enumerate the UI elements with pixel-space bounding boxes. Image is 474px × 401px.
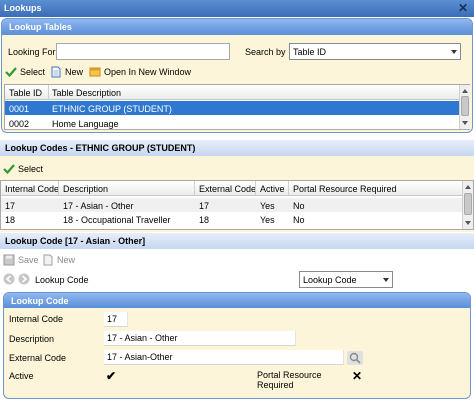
select-table-button[interactable]: Select <box>5 66 45 78</box>
select-table-label: Select <box>20 67 46 77</box>
search-icon[interactable] <box>347 351 363 367</box>
internal-code-cell: 18 <box>5 215 16 225</box>
column-header-table-id[interactable]: Table ID <box>9 88 42 98</box>
lookup-codes-title: Lookup Codes - ETHNIC GROUP (STUDENT) <box>5 143 196 153</box>
portal-resource-cell: No <box>293 215 305 225</box>
checkmark-icon <box>3 163 15 175</box>
new-code-button[interactable]: New <box>42 254 75 266</box>
table-row[interactable]: 18 18 - Occupational Traveller 18 Yes No <box>1 212 462 226</box>
lookup-tables-header: Lookup Tables <box>2 19 472 35</box>
active-cell: Yes <box>260 201 275 211</box>
description-field[interactable]: 17 - Asian - Other <box>104 331 296 346</box>
scroll-up-icon[interactable] <box>462 89 468 93</box>
portal-resource-checkbox[interactable]: ✕ <box>352 369 362 383</box>
lookup-codes-header: Lookup Codes - ETHNIC GROUP (STUDENT) <box>0 140 474 156</box>
new-table-label: New <box>65 67 84 77</box>
search-by-select[interactable]: Table ID <box>289 43 461 60</box>
active-label: Active <box>9 371 34 381</box>
open-window-icon <box>89 66 101 78</box>
description-label: Description <box>9 334 55 344</box>
lookup-code-header: Lookup Code [17 - Asian - Other] <box>0 233 474 249</box>
scroll-down-icon[interactable] <box>465 221 471 225</box>
lookup-codes-scrollbar[interactable] <box>462 181 473 229</box>
close-icon[interactable]: ✕ <box>458 1 468 15</box>
view-select[interactable]: Lookup Code <box>299 271 393 288</box>
internal-code-label: Internal Code <box>9 314 64 324</box>
scroll-up-icon[interactable] <box>465 185 471 189</box>
select-code-label: Select <box>18 164 44 174</box>
lookup-codes-grid-header: Internal Code Description External Code … <box>1 181 462 196</box>
window-title-bar: Lookups ✕ <box>0 0 474 17</box>
looking-for-input[interactable] <box>56 43 230 60</box>
column-header-internal-code[interactable]: Internal Code <box>5 184 59 194</box>
table-id-cell: 0001 <box>9 104 30 114</box>
active-cell: Yes <box>260 215 275 225</box>
active-checkbox[interactable]: ✔ <box>106 369 116 383</box>
view-select-value: Lookup Code <box>303 275 357 285</box>
column-header-description[interactable]: Description <box>63 184 108 194</box>
lookup-tables-grid: Table ID Table Description 0001 ETHNIC G… <box>4 84 470 130</box>
column-header-table-description[interactable]: Table Description <box>52 88 121 98</box>
search-by-label: Search by <box>245 47 286 57</box>
save-button[interactable]: Save <box>3 254 39 266</box>
open-new-window-button[interactable]: Open In New Window <box>89 66 191 78</box>
chevron-down-icon <box>383 278 389 282</box>
lookup-tables-grid-header: Table ID Table Description <box>5 85 459 100</box>
portal-resource-cell: No <box>293 201 305 211</box>
open-new-window-label: Open In New Window <box>104 67 192 77</box>
save-label: Save <box>18 255 39 265</box>
lookup-tables-scrollbar[interactable] <box>459 85 470 129</box>
external-code-field[interactable]: 17 - Asian-Other <box>104 350 344 365</box>
column-header-portal-resource[interactable]: Portal Resource Required <box>293 184 397 194</box>
table-row[interactable]: 0002 Home Language <box>5 116 459 130</box>
description-cell: 18 - Occupational Traveller <box>63 215 171 225</box>
lookup-codes-grid: Internal Code Description External Code … <box>0 180 474 230</box>
window-title: Lookups <box>4 3 42 13</box>
column-header-external-code[interactable]: External Code <box>199 184 256 194</box>
portal-resource-label: Portal Resource Required <box>257 370 322 390</box>
external-code-cell: 17 <box>199 201 210 211</box>
lookup-code-title: Lookup Code [17 - Asian - Other] <box>5 236 146 246</box>
scroll-thumb[interactable] <box>464 193 472 215</box>
lookup-code-panel-header: Lookup Code <box>4 293 470 308</box>
external-code-label: External Code <box>9 353 67 363</box>
new-table-button[interactable]: New <box>50 66 83 78</box>
table-row[interactable]: 17 17 - Asian - Other 17 Yes No <box>1 198 462 212</box>
description-cell: 17 - Asian - Other <box>63 201 134 211</box>
select-code-button[interactable]: Select <box>3 163 43 175</box>
lookup-tables-title: Lookup Tables <box>9 22 72 32</box>
scroll-down-icon[interactable] <box>462 121 468 125</box>
save-icon <box>3 254 15 266</box>
lookup-code-panel-title: Lookup Code <box>11 296 69 306</box>
looking-for-label: Looking For <box>8 47 56 57</box>
new-document-icon <box>42 254 54 266</box>
internal-code-cell: 17 <box>5 201 16 211</box>
search-by-value: Table ID <box>293 47 327 57</box>
nav-label: Lookup Code <box>35 275 89 285</box>
table-row[interactable]: 0001 ETHNIC GROUP (STUDENT) <box>5 101 459 115</box>
new-document-icon <box>50 66 62 78</box>
new-code-label: New <box>57 255 76 265</box>
table-id-cell: 0002 <box>9 119 30 129</box>
external-code-cell: 18 <box>199 215 210 225</box>
column-header-active[interactable]: Active <box>260 184 285 194</box>
table-description-cell: ETHNIC GROUP (STUDENT) <box>52 104 172 114</box>
internal-code-field[interactable]: 17 <box>104 312 128 327</box>
chevron-down-icon <box>451 50 457 54</box>
checkmark-icon <box>5 66 17 78</box>
scroll-thumb[interactable] <box>461 96 469 116</box>
back-icon[interactable] <box>3 273 15 287</box>
forward-icon[interactable] <box>18 273 30 287</box>
table-description-cell: Home Language <box>52 119 119 129</box>
